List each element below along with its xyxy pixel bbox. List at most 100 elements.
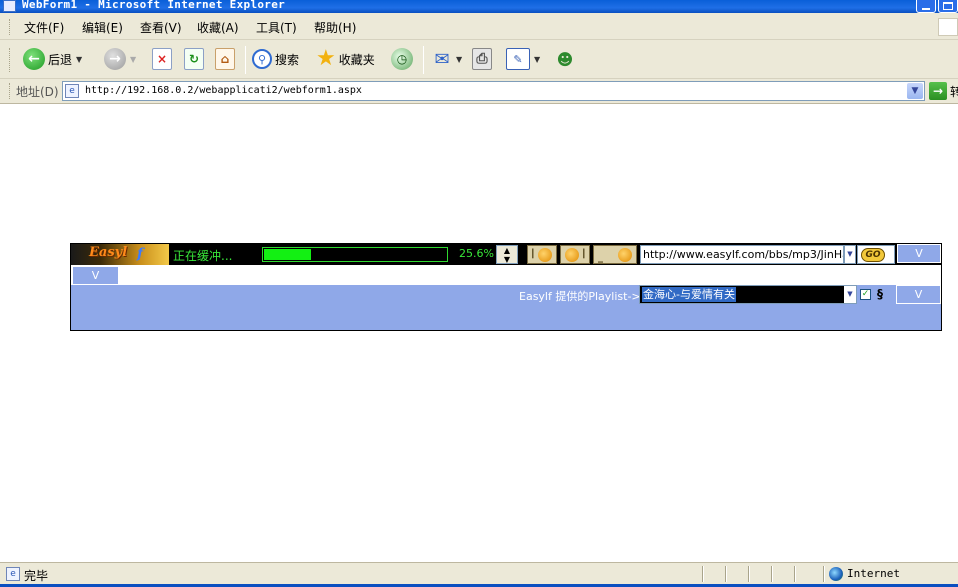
search-icon: ⚲ (252, 49, 272, 69)
playlist-dropdown-icon[interactable]: ▼ (844, 286, 856, 303)
music-player: Easyl f 正在缓冲... 25.6% ▲ ▼ | | _ http://w… (70, 243, 942, 331)
status-pane-divider (702, 566, 704, 582)
windows-logo-icon (938, 18, 958, 36)
stop-icon: × (152, 48, 172, 70)
edit-button[interactable]: ✎ ▼ (506, 46, 540, 72)
logo-f: f (137, 246, 144, 262)
print-button[interactable]: ⎙ (472, 46, 492, 72)
v-button-left[interactable]: V (72, 266, 119, 285)
spin-down-icon[interactable]: ▼ (497, 255, 517, 264)
playlist-select[interactable]: 金海心-与爱情有关 ▼ (639, 285, 857, 304)
go-label[interactable]: 转 (950, 83, 958, 100)
section-mark[interactable]: § (877, 287, 883, 301)
buffer-progress-bar (262, 247, 448, 262)
stop-line-icon: _ (598, 252, 603, 263)
logo-text: Easyl (89, 245, 128, 260)
menubar-grip[interactable] (9, 19, 11, 35)
menu-favorites[interactable]: 收藏(A) (197, 19, 239, 36)
back-dropdown-icon[interactable]: ▼ (76, 55, 82, 64)
menu-file[interactable]: 文件(F) (24, 19, 64, 36)
address-url[interactable]: http://192.168.0.2/webapplicati2/webform… (85, 85, 362, 96)
forward-button[interactable]: → ▼ (104, 46, 136, 72)
status-pane-divider (794, 566, 796, 582)
search-label: 搜索 (275, 52, 300, 67)
address-input[interactable]: e http://192.168.0.2/webapplicati2/webfo… (62, 81, 925, 101)
edit-page-icon: ✎ (506, 48, 530, 70)
history-button[interactable]: ◷ (391, 46, 413, 72)
song-url-input[interactable]: http://www.easylf.com/bbs/mp3/JinHaiXi (640, 245, 844, 264)
volume-spinner[interactable]: ▲ ▼ (496, 245, 518, 264)
buffer-percent: 25.6% (459, 247, 494, 260)
address-label: 地址(D) (16, 85, 59, 99)
menu-help[interactable]: 帮助(H) (314, 19, 356, 36)
ie-page-icon (3, 0, 16, 12)
previous-icon (538, 248, 552, 262)
status-pane-divider (771, 566, 773, 582)
maximize-icon (943, 2, 953, 10)
address-bar: 地址(D) e http://192.168.0.2/webapplicati2… (0, 79, 958, 104)
title-bar: WebForm1 - Microsoft Internet Explorer (0, 0, 958, 13)
easylf-logo: Easyl f (71, 244, 169, 265)
menu-edit[interactable]: 编辑(E) (82, 19, 123, 36)
song-url-dropdown-icon[interactable]: ▼ (844, 245, 856, 264)
player-second-row: V (71, 265, 941, 285)
minimize-icon (922, 8, 930, 10)
status-pane-divider (748, 566, 750, 582)
v-button-bottom[interactable]: V (896, 285, 941, 304)
toolbar-grip[interactable] (9, 48, 10, 72)
status-page-icon: e (6, 567, 20, 581)
home-icon: ⌂ (215, 48, 235, 70)
search-button[interactable]: ⚲ 搜索 (252, 46, 299, 72)
menu-bar: 文件(F) 编辑(E) 查看(V) 收藏(A) 工具(T) 帮助(H) (0, 13, 958, 40)
next-button[interactable]: _ (593, 245, 637, 264)
back-arrow-icon: ← (23, 48, 45, 70)
menu-tools[interactable]: 工具(T) (256, 19, 297, 36)
home-button[interactable]: ⌂ (215, 46, 235, 72)
favorites-star-icon: ★ (316, 46, 336, 71)
stop-button[interactable]: × (152, 46, 172, 72)
refresh-icon: ↻ (184, 48, 204, 70)
status-pane-divider (725, 566, 727, 582)
spin-up-icon[interactable]: ▲ (497, 246, 517, 255)
mail-dropdown-icon[interactable]: ▼ (456, 55, 462, 64)
addressbar-grip[interactable] (9, 83, 10, 99)
refresh-button[interactable]: ↻ (184, 46, 204, 72)
go-button[interactable]: GO (857, 245, 895, 264)
messenger-button[interactable]: ☻ (555, 46, 575, 72)
toolbar-separator (423, 46, 424, 74)
back-button[interactable]: ← 后退 ▼ (23, 46, 82, 72)
favorites-button[interactable]: ★ 收藏夹 (316, 46, 375, 72)
messenger-icon: ☻ (556, 49, 574, 69)
v-button-top[interactable]: V (897, 244, 941, 263)
playlist-selected-value: 金海心-与爱情有关 (642, 287, 736, 302)
play-button[interactable]: | (560, 245, 590, 264)
mail-button[interactable]: ✉ ▼ (432, 46, 462, 72)
address-dropdown-icon[interactable]: ▼ (907, 83, 923, 99)
maximize-button[interactable] (938, 0, 958, 13)
toolbar-separator (245, 46, 246, 74)
previous-button[interactable]: | (527, 245, 557, 264)
buffer-progress-fill (264, 249, 311, 260)
status-text: 完毕 (24, 569, 49, 583)
menu-view[interactable]: 查看(V) (140, 19, 182, 36)
window-title: WebForm1 - Microsoft Internet Explorer (22, 0, 286, 11)
standard-toolbar: ← 后退 ▼ → ▼ × ↻ ⌂ ⚲ 搜索 ★ 收藏夹 ◷ ✉ ▼ ⎙ ✎ ▼ … (0, 40, 958, 79)
go-text: GO (861, 248, 885, 262)
history-icon: ◷ (391, 48, 413, 70)
back-label: 后退 (48, 52, 73, 67)
page-icon: e (65, 84, 79, 98)
status-pane-divider (823, 566, 825, 582)
play-bar-icon: | (582, 248, 586, 259)
printer-icon: ⎙ (472, 48, 492, 70)
player-top-bar: Easyl f 正在缓冲... 25.6% ▲ ▼ | | _ http://w… (71, 244, 941, 265)
favorites-label: 收藏夹 (338, 52, 375, 67)
previous-bar-icon: | (531, 248, 535, 259)
minimize-button[interactable] (916, 0, 936, 13)
playlist-label: Easylf 提供的Playlist->> (519, 290, 650, 303)
edit-dropdown-icon[interactable]: ▼ (534, 55, 540, 64)
go-arrow-icon[interactable]: → (929, 82, 947, 100)
playlist-checkbox[interactable]: ✓ (860, 289, 871, 300)
mail-icon: ✉ (434, 48, 450, 70)
internet-globe-icon (829, 567, 843, 581)
forward-dropdown-icon[interactable]: ▼ (130, 55, 136, 64)
